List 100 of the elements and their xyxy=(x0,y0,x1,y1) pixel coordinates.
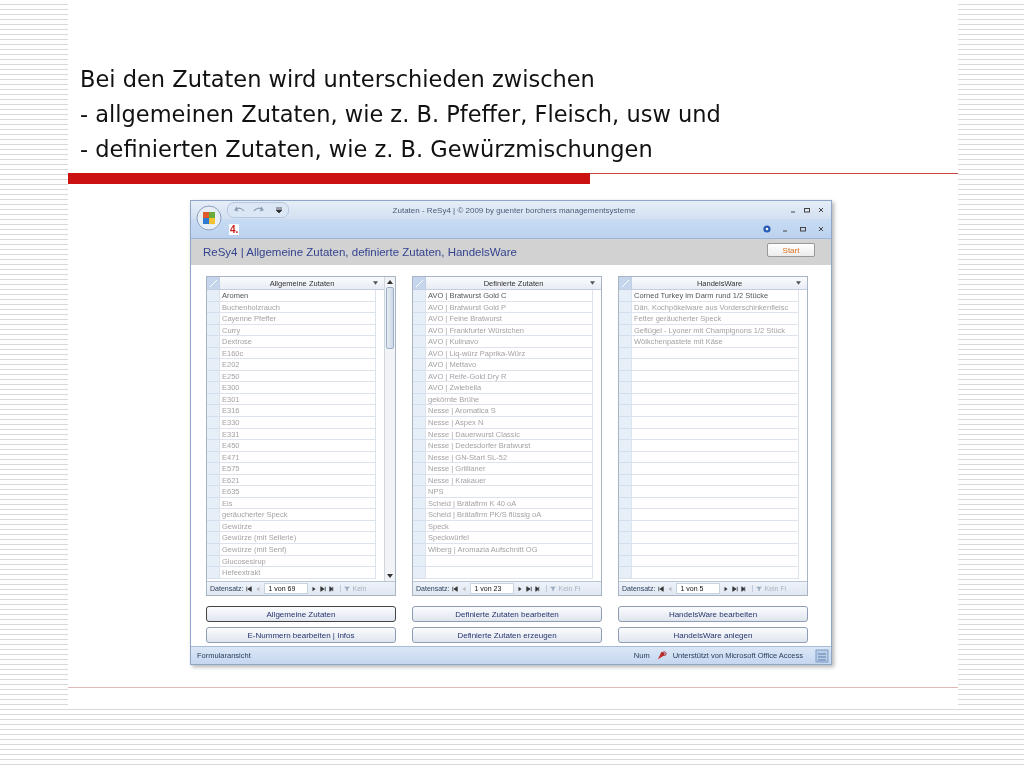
row-selector[interactable] xyxy=(619,417,631,429)
table-cell[interactable] xyxy=(631,451,799,464)
row-selector[interactable] xyxy=(207,486,219,498)
scroll-thumb[interactable] xyxy=(386,287,394,349)
table-cell[interactable] xyxy=(631,520,799,533)
table-cell[interactable] xyxy=(631,567,799,579)
row-selector[interactable] xyxy=(207,544,219,556)
table-cell[interactable] xyxy=(631,347,799,360)
row-selector[interactable] xyxy=(207,313,219,325)
row-selector[interactable] xyxy=(413,544,425,556)
table-cell[interactable] xyxy=(631,509,799,521)
scrollbar[interactable] xyxy=(384,277,395,581)
row-selector[interactable] xyxy=(619,405,631,417)
customize-caret-icon[interactable] xyxy=(276,207,282,213)
restore-icon[interactable] xyxy=(803,206,811,214)
table-cell[interactable] xyxy=(631,497,799,510)
row-selector[interactable] xyxy=(413,336,425,348)
first-record-icon[interactable] xyxy=(658,585,665,592)
select-all-icon[interactable] xyxy=(207,277,219,289)
select-all-icon[interactable] xyxy=(619,277,631,289)
first-record-icon[interactable] xyxy=(452,585,459,592)
scroll-down-icon[interactable] xyxy=(387,574,393,578)
row-selector[interactable] xyxy=(207,417,219,429)
form-button[interactable]: Definierte Zutaten bearbeiten xyxy=(412,606,602,622)
row-selector[interactable] xyxy=(619,544,631,556)
new-record-icon[interactable] xyxy=(329,585,336,592)
table-cell[interactable] xyxy=(631,463,799,475)
table-cell[interactable] xyxy=(631,405,799,417)
table-cell[interactable] xyxy=(631,359,799,371)
row-selector[interactable] xyxy=(207,382,219,394)
table-cell[interactable] xyxy=(631,428,799,441)
view-switch-icon[interactable] xyxy=(815,648,829,663)
row-selector[interactable] xyxy=(413,290,425,302)
scroll-up-icon[interactable] xyxy=(387,280,393,284)
row-selector[interactable] xyxy=(619,313,631,325)
last-record-icon[interactable] xyxy=(526,585,533,592)
table-cell[interactable] xyxy=(425,567,593,579)
restore-icon[interactable] xyxy=(799,224,807,233)
next-record-icon[interactable] xyxy=(517,585,524,592)
redo-icon[interactable] xyxy=(252,205,264,215)
new-record-icon[interactable] xyxy=(535,585,542,592)
close-icon[interactable] xyxy=(817,206,825,214)
row-selector[interactable] xyxy=(207,463,219,475)
row-selector[interactable] xyxy=(619,290,631,302)
row-selector[interactable] xyxy=(619,509,631,521)
row-selector[interactable] xyxy=(619,463,631,475)
row-selector[interactable] xyxy=(207,405,219,417)
row-selector[interactable] xyxy=(619,532,631,545)
table-cell[interactable] xyxy=(631,474,799,487)
row-selector[interactable] xyxy=(207,440,219,452)
help-icon[interactable] xyxy=(763,224,771,233)
row-selector[interactable] xyxy=(413,509,425,521)
row-selector[interactable] xyxy=(413,532,425,545)
form-button[interactable]: Definierte Zutaten erzeugen xyxy=(412,627,602,643)
table-cell[interactable] xyxy=(631,417,799,429)
dropdown-caret-icon[interactable] xyxy=(590,281,595,285)
next-record-icon[interactable] xyxy=(311,585,318,592)
form-button[interactable]: HandelsWare bearbeiten xyxy=(618,606,808,622)
table-cell[interactable] xyxy=(631,382,799,394)
row-selector[interactable] xyxy=(413,486,425,498)
row-selector[interactable] xyxy=(619,440,631,452)
row-selector[interactable] xyxy=(413,440,425,452)
last-record-icon[interactable] xyxy=(320,585,327,592)
row-selector[interactable] xyxy=(413,313,425,325)
start-button[interactable]: Start xyxy=(767,243,815,257)
close-icon[interactable] xyxy=(817,224,825,233)
form-button[interactable]: E-Nummern bearbeiten | Infos xyxy=(206,627,396,643)
row-selector[interactable] xyxy=(619,486,631,498)
select-all-icon[interactable] xyxy=(413,277,425,289)
table-cell[interactable] xyxy=(631,440,799,452)
form-button[interactable]: HandelsWare anlegen xyxy=(618,627,808,643)
last-record-icon[interactable] xyxy=(732,585,739,592)
table-cell[interactable] xyxy=(631,555,799,568)
row-selector[interactable] xyxy=(413,417,425,429)
row-selector[interactable] xyxy=(413,567,425,579)
row-selector[interactable] xyxy=(413,463,425,475)
table-cell[interactable] xyxy=(425,555,593,568)
dropdown-caret-icon[interactable] xyxy=(373,281,378,285)
form-button[interactable]: Allgemeine Zutaten xyxy=(206,606,396,622)
row-selector[interactable] xyxy=(207,359,219,371)
undo-icon[interactable] xyxy=(234,205,246,215)
row-selector[interactable] xyxy=(413,382,425,394)
row-selector[interactable] xyxy=(619,382,631,394)
table-cell[interactable] xyxy=(631,532,799,545)
row-selector[interactable] xyxy=(619,359,631,371)
row-selector[interactable] xyxy=(207,509,219,521)
row-selector[interactable] xyxy=(619,567,631,579)
table-cell[interactable] xyxy=(631,544,799,556)
row-selector[interactable] xyxy=(619,336,631,348)
row-selector[interactable] xyxy=(207,532,219,545)
row-selector[interactable] xyxy=(413,405,425,417)
row-selector[interactable] xyxy=(413,359,425,371)
row-selector[interactable] xyxy=(207,290,219,302)
dropdown-caret-icon[interactable] xyxy=(796,281,801,285)
first-record-icon[interactable] xyxy=(246,585,253,592)
row-selector[interactable] xyxy=(207,567,219,579)
next-record-icon[interactable] xyxy=(723,585,730,592)
row-selector[interactable] xyxy=(207,336,219,348)
table-cell[interactable] xyxy=(631,370,799,383)
new-record-icon[interactable] xyxy=(741,585,748,592)
